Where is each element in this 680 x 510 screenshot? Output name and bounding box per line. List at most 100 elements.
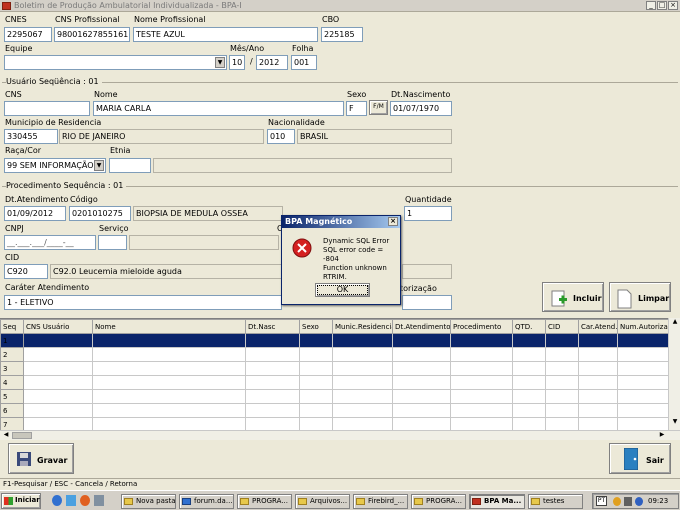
task-button-active[interactable]: BPA Ma... bbox=[469, 494, 525, 509]
column-header[interactable]: CNS Usuário bbox=[23, 319, 93, 334]
task-button[interactable]: Firebird_... bbox=[353, 494, 408, 509]
usuario-section: Usuário Seqüência : 01 bbox=[2, 77, 678, 86]
status-bar: F1-Pesquisar / ESC - Cancela / Retorna bbox=[0, 478, 680, 489]
column-header[interactable]: Car.Atend. bbox=[578, 319, 618, 334]
tray-icon[interactable] bbox=[635, 497, 643, 506]
table-row[interactable]: 5 bbox=[0, 389, 669, 404]
cnpj-label: CNPJ bbox=[5, 224, 24, 233]
task-button[interactable]: PROGRA... bbox=[237, 494, 292, 509]
cns-profissional-field[interactable]: 980016278551611 bbox=[54, 27, 130, 42]
column-header[interactable]: Num.Autorizaç bbox=[617, 319, 669, 334]
nome-profissional-label: Nome Profissional bbox=[134, 15, 206, 24]
ok-button[interactable]: OK bbox=[315, 283, 370, 297]
cnpj-field[interactable]: __.___.___/____-__ bbox=[4, 235, 96, 250]
grid-horizontal-scrollbar[interactable]: ◀ ▶ bbox=[0, 430, 680, 440]
scroll-left-icon[interactable]: ◀ bbox=[1, 431, 11, 440]
row-number: 1 bbox=[0, 333, 24, 348]
scroll-up-icon[interactable]: ▲ bbox=[670, 318, 680, 328]
limpar-button[interactable]: Limpar bbox=[609, 282, 671, 312]
quicklaunch-icon[interactable] bbox=[66, 495, 76, 506]
autorizacao-field[interactable] bbox=[402, 295, 452, 310]
maximize-button[interactable]: □ bbox=[657, 1, 667, 10]
cbo-field[interactable]: 225185 bbox=[321, 27, 363, 42]
sair-button[interactable]: Sair bbox=[609, 443, 671, 474]
column-header[interactable]: Dt.Atendimento bbox=[392, 319, 451, 334]
servico-name bbox=[129, 235, 279, 250]
municipio-code-field[interactable]: 330455 bbox=[4, 129, 58, 144]
error-icon bbox=[292, 238, 312, 258]
browser-icon[interactable] bbox=[52, 495, 62, 506]
column-header[interactable]: QTD. bbox=[512, 319, 546, 334]
chevron-down-icon[interactable]: ▼ bbox=[94, 160, 104, 171]
column-header[interactable]: Seq bbox=[0, 319, 24, 334]
raca-cor-label: Raça/Cor bbox=[5, 146, 42, 155]
task-button[interactable]: forum.da... bbox=[179, 494, 234, 509]
column-header[interactable]: Munic.Residencia bbox=[332, 319, 393, 334]
language-indicator[interactable]: PT bbox=[596, 496, 607, 506]
scroll-right-icon[interactable]: ▶ bbox=[657, 431, 667, 440]
cnes-field[interactable]: 2295067 bbox=[4, 27, 52, 42]
network-icon[interactable] bbox=[624, 497, 632, 506]
chevron-down-icon[interactable]: ▼ bbox=[215, 57, 225, 68]
carater-field[interactable]: 1 - ELETIVO bbox=[4, 295, 282, 310]
quantidade-label: Quantidade bbox=[405, 195, 452, 204]
dt-atendimento-label: Dt.Atendimento bbox=[5, 195, 69, 204]
task-button[interactable]: Nova pasta bbox=[121, 494, 176, 509]
task-label: testes bbox=[543, 497, 565, 505]
app-icon bbox=[2, 2, 11, 10]
dt-atendimento-field[interactable]: 01/09/2012 bbox=[4, 206, 66, 221]
table-row[interactable]: 2 bbox=[0, 347, 669, 362]
nome-profissional-field[interactable]: TESTE AZUL bbox=[133, 27, 318, 42]
desktop-icon[interactable] bbox=[94, 495, 104, 506]
gravar-button[interactable]: Gravar bbox=[8, 443, 74, 474]
mes-field[interactable]: 10 bbox=[229, 55, 245, 70]
records-grid[interactable]: Seq CNS Usuário Nome Dt.Nasc Sexo Munic.… bbox=[0, 318, 680, 440]
nacionalidade-label: Nacionalidade bbox=[268, 118, 325, 127]
table-row[interactable]: 1 bbox=[0, 333, 669, 348]
folder-icon bbox=[414, 498, 423, 505]
dialog-close-icon[interactable]: × bbox=[388, 217, 398, 226]
nome-field[interactable]: MARIA CARLA bbox=[93, 101, 344, 116]
column-header[interactable]: Sexo bbox=[299, 319, 333, 334]
table-row[interactable]: 3 bbox=[0, 361, 669, 376]
browser-icon bbox=[182, 498, 191, 505]
close-button[interactable]: × bbox=[668, 1, 678, 10]
sexo-fm-button[interactable]: F/M bbox=[369, 100, 388, 115]
start-label: Iniciar bbox=[15, 496, 40, 504]
task-button[interactable]: testes bbox=[528, 494, 583, 509]
cns-field[interactable] bbox=[4, 101, 90, 116]
column-header[interactable]: CID bbox=[545, 319, 579, 334]
folha-field[interactable]: 001 bbox=[291, 55, 317, 70]
cns-profissional-label: CNS Profissional bbox=[55, 15, 120, 24]
column-header[interactable]: Procedimento bbox=[450, 319, 513, 334]
grid-vertical-scrollbar[interactable]: ▲ ▼ bbox=[668, 318, 680, 430]
firefox-icon[interactable] bbox=[80, 495, 90, 506]
scroll-down-icon[interactable]: ▼ bbox=[670, 418, 680, 428]
folha-label: Folha bbox=[292, 44, 314, 53]
cid-field[interactable]: C920 bbox=[4, 264, 48, 279]
start-button[interactable]: Iniciar bbox=[1, 493, 41, 509]
task-button[interactable]: Arquivos... bbox=[295, 494, 350, 509]
procedimento-desc: BIOPSIA DE MEDULA OSSEA bbox=[133, 206, 283, 221]
equipe-select[interactable]: ▼ bbox=[4, 55, 227, 70]
column-header[interactable]: Dt.Nasc bbox=[245, 319, 300, 334]
quantidade-field[interactable]: 1 bbox=[404, 206, 452, 221]
nacionalidade-code-field[interactable]: 010 bbox=[267, 129, 295, 144]
table-row[interactable]: 6 bbox=[0, 403, 669, 418]
incluir-button[interactable]: Incluir bbox=[542, 282, 604, 312]
date-separator: / bbox=[250, 57, 253, 66]
etnia-code-field[interactable] bbox=[109, 158, 151, 173]
servico-field[interactable] bbox=[98, 235, 127, 250]
column-header[interactable]: Nome bbox=[92, 319, 246, 334]
table-row[interactable]: 4 bbox=[0, 375, 669, 390]
scroll-thumb[interactable] bbox=[12, 432, 32, 439]
ano-field[interactable]: 2012 bbox=[256, 55, 288, 70]
task-button[interactable]: PROGRA... bbox=[411, 494, 466, 509]
minimize-button[interactable]: _ bbox=[646, 1, 656, 10]
dt-nascimento-field[interactable]: 01/07/1970 bbox=[390, 101, 452, 116]
system-tray: PT 09:23 bbox=[592, 493, 679, 509]
tray-icon[interactable] bbox=[613, 497, 621, 506]
codigo-field[interactable]: 0201010275 bbox=[69, 206, 131, 221]
sexo-field[interactable]: F bbox=[346, 101, 367, 116]
raca-cor-select[interactable]: 99 SEM INFORMAÇÃO ▼ bbox=[4, 158, 106, 173]
